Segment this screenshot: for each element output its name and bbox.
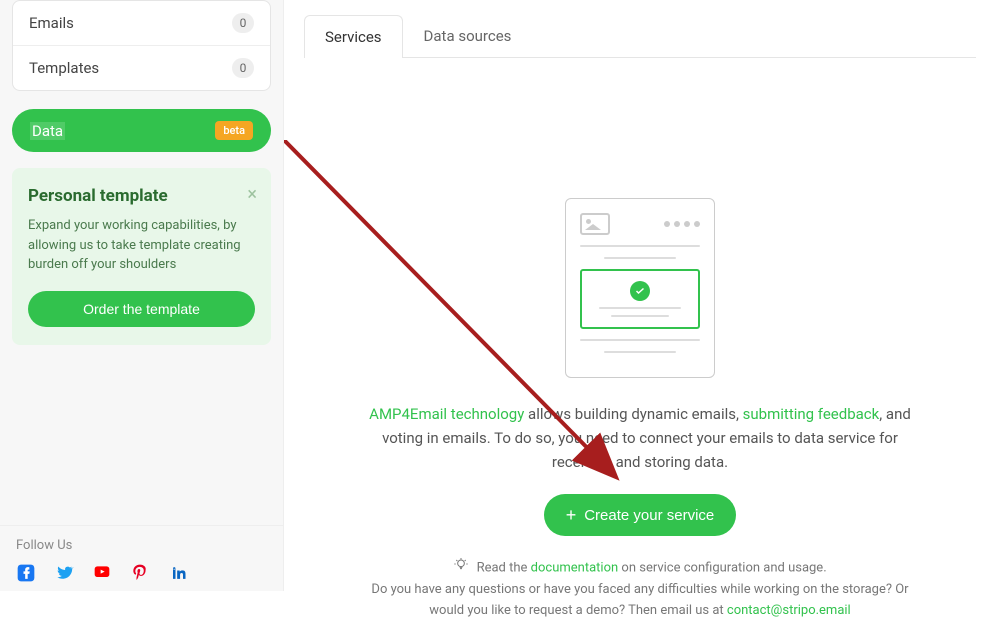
count-badge: 0 <box>232 58 254 78</box>
create-button-label: Create your service <box>584 507 714 524</box>
promo-title: Personal template <box>28 186 255 206</box>
pinterest-icon[interactable] <box>130 563 150 583</box>
count-badge: 0 <box>232 13 254 33</box>
feedback-link[interactable]: submitting feedback <box>743 405 880 423</box>
nav-item-label: Templates <box>29 59 99 77</box>
follow-section: Follow Us <box>0 525 283 591</box>
promo-text: Expand your working capabilities, by all… <box>28 216 255 275</box>
footer-note: Read the documentation on service config… <box>364 556 916 621</box>
illustration <box>565 198 715 378</box>
contact-email-link[interactable]: contact@stripo.email <box>727 603 851 618</box>
social-row <box>16 563 279 583</box>
follow-label: Follow Us <box>16 538 279 553</box>
close-icon[interactable]: × <box>247 186 257 204</box>
nav-item-label: Data <box>30 122 65 140</box>
youtube-icon[interactable] <box>92 563 112 583</box>
promo-card: × Personal template Expand your working … <box>12 168 271 345</box>
order-template-button[interactable]: Order the template <box>28 291 255 327</box>
nav-item-data[interactable]: Data beta <box>12 109 271 152</box>
lightbulb-icon <box>453 556 469 580</box>
nav-item-label: Emails <box>29 14 74 32</box>
nav-list: Emails 0 Templates 0 <box>12 0 271 91</box>
create-service-button[interactable]: + Create your service <box>544 494 737 536</box>
description-text: AMP4Email technology allows building dyn… <box>364 402 916 474</box>
amp4email-link[interactable]: AMP4Email technology <box>369 405 524 423</box>
image-placeholder-icon <box>580 213 610 235</box>
nav-item-templates[interactable]: Templates 0 <box>13 46 270 90</box>
twitter-icon[interactable] <box>54 563 74 583</box>
tab-data-sources[interactable]: Data sources <box>403 14 533 57</box>
documentation-link[interactable]: documentation <box>531 560 619 575</box>
linkedin-icon[interactable] <box>168 563 188 583</box>
empty-state: AMP4Email technology allows building dyn… <box>304 58 976 621</box>
nav-item-emails[interactable]: Emails 0 <box>13 1 270 46</box>
beta-badge: beta <box>215 121 253 140</box>
plus-icon: + <box>566 506 577 524</box>
main-content: Services Data sources <box>284 0 996 591</box>
tabs: Services Data sources <box>304 14 976 58</box>
sidebar: Emails 0 Templates 0 Data beta × Persona… <box>0 0 284 591</box>
tab-services[interactable]: Services <box>304 15 403 58</box>
dots-icon <box>664 221 700 227</box>
facebook-icon[interactable] <box>16 563 36 583</box>
check-icon <box>630 281 650 301</box>
